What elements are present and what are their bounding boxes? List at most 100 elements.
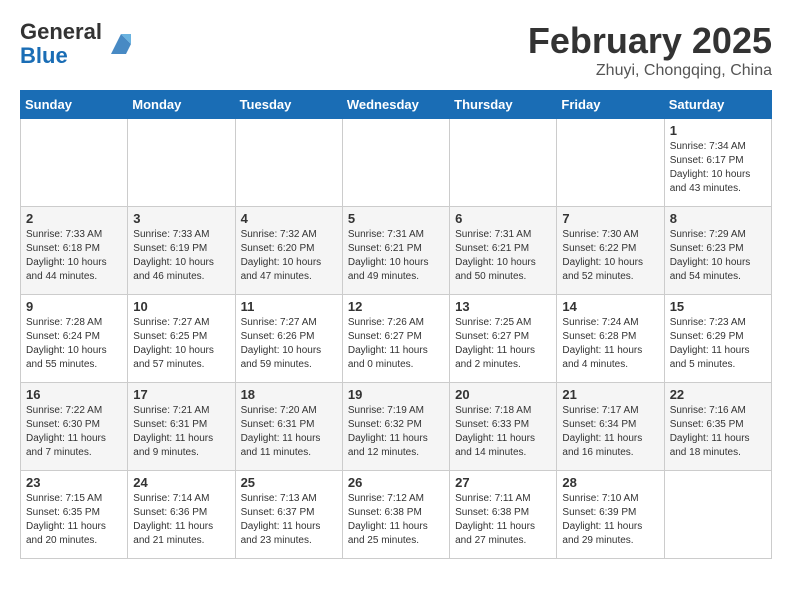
day-info: Sunrise: 7:28 AMSunset: 6:24 PMDaylight:… (26, 316, 122, 372)
day-info: Sunrise: 7:34 AMSunset: 6:17 PMDaylight:… (670, 140, 766, 196)
day-info: Sunrise: 7:23 AMSunset: 6:29 PMDaylight:… (670, 316, 766, 372)
day-number: 24 (133, 475, 229, 490)
day-info: Sunrise: 7:13 AMSunset: 6:37 PMDaylight:… (241, 492, 337, 548)
day-info: Sunrise: 7:25 AMSunset: 6:27 PMDaylight:… (455, 316, 551, 372)
calendar-cell: 13 Sunrise: 7:25 AMSunset: 6:27 PMDayligh… (450, 295, 557, 383)
day-info: Sunrise: 7:12 AMSunset: 6:38 PMDaylight:… (348, 492, 444, 548)
day-number: 28 (562, 475, 658, 490)
calendar-cell: 26 Sunrise: 7:12 AMSunset: 6:38 PMDayligh… (342, 471, 449, 559)
calendar-cell (21, 119, 128, 207)
calendar-cell: 7 Sunrise: 7:30 AMSunset: 6:22 PMDaylight… (557, 207, 664, 295)
calendar-week-3: 9 Sunrise: 7:28 AMSunset: 6:24 PMDaylight… (21, 295, 772, 383)
calendar-cell: 15 Sunrise: 7:23 AMSunset: 6:29 PMDayligh… (664, 295, 771, 383)
day-info: Sunrise: 7:32 AMSunset: 6:20 PMDaylight:… (241, 228, 337, 284)
day-number: 4 (241, 211, 337, 226)
calendar-cell: 16 Sunrise: 7:22 AMSunset: 6:30 PMDayligh… (21, 383, 128, 471)
calendar-cell (128, 119, 235, 207)
day-number: 15 (670, 299, 766, 314)
calendar-cell: 6Sunrise: 7:31 AMSunset: 6:21 PMDaylight… (450, 207, 557, 295)
day-info: Sunrise: 7:22 AMSunset: 6:30 PMDaylight:… (26, 404, 122, 460)
day-info: Sunrise: 7:18 AMSunset: 6:33 PMDaylight:… (455, 404, 551, 460)
day-number: 9 (26, 299, 122, 314)
logo-icon (106, 29, 136, 59)
calendar-cell: 27Sunrise: 7:11 AMSunset: 6:38 PMDayligh… (450, 471, 557, 559)
page-header: General Blue February 2025 Zhuyi, Chongq… (20, 20, 772, 80)
day-number: 11 (241, 299, 337, 314)
logo: General Blue (20, 20, 136, 68)
logo-blue: Blue (20, 44, 102, 68)
day-number: 16 (26, 387, 122, 402)
calendar-cell (342, 119, 449, 207)
day-info: Sunrise: 7:24 AMSunset: 6:28 PMDaylight:… (562, 316, 658, 372)
day-number: 7 (562, 211, 658, 226)
calendar-cell: 28 Sunrise: 7:10 AMSunset: 6:39 PMDayligh… (557, 471, 664, 559)
day-number: 12 (348, 299, 444, 314)
calendar-cell: 17 Sunrise: 7:21 AMSunset: 6:31 PMDayligh… (128, 383, 235, 471)
weekday-header: SundayMondayTuesdayWednesdayThursdayFrid… (21, 91, 772, 119)
day-info: Sunrise: 7:33 AMSunset: 6:19 PMDaylight:… (133, 228, 229, 284)
day-number: 19 (348, 387, 444, 402)
day-info: Sunrise: 7:16 AMSunset: 6:35 PMDaylight:… (670, 404, 766, 460)
day-number: 13 (455, 299, 551, 314)
weekday-header-saturday: Saturday (664, 91, 771, 119)
logo-general: General (20, 20, 102, 44)
calendar-cell: 14 Sunrise: 7:24 AMSunset: 6:28 PMDayligh… (557, 295, 664, 383)
day-info: Sunrise: 7:31 AMSunset: 6:21 PMDaylight:… (455, 228, 551, 284)
day-number: 18 (241, 387, 337, 402)
calendar-cell: 8 Sunrise: 7:29 AMSunset: 6:23 PMDaylight… (664, 207, 771, 295)
day-info: Sunrise: 7:15 AMSunset: 6:35 PMDaylight:… (26, 492, 122, 548)
calendar-cell: 22 Sunrise: 7:16 AMSunset: 6:35 PMDayligh… (664, 383, 771, 471)
day-info: Sunrise: 7:30 AMSunset: 6:22 PMDaylight:… (562, 228, 658, 284)
calendar-cell: 20Sunrise: 7:18 AMSunset: 6:33 PMDayligh… (450, 383, 557, 471)
day-info: Sunrise: 7:26 AMSunset: 6:27 PMDaylight:… (348, 316, 444, 372)
day-number: 3 (133, 211, 229, 226)
weekday-header-friday: Friday (557, 91, 664, 119)
day-number: 2 (26, 211, 122, 226)
day-number: 14 (562, 299, 658, 314)
calendar-cell: 1 Sunrise: 7:34 AMSunset: 6:17 PMDaylight… (664, 119, 771, 207)
day-info: Sunrise: 7:14 AMSunset: 6:36 PMDaylight:… (133, 492, 229, 548)
day-number: 26 (348, 475, 444, 490)
day-number: 1 (670, 123, 766, 138)
calendar-cell: 21 Sunrise: 7:17 AMSunset: 6:34 PMDayligh… (557, 383, 664, 471)
day-info: Sunrise: 7:29 AMSunset: 6:23 PMDaylight:… (670, 228, 766, 284)
calendar-cell (664, 471, 771, 559)
day-number: 22 (670, 387, 766, 402)
calendar-cell: 18 Sunrise: 7:20 AMSunset: 6:31 PMDayligh… (235, 383, 342, 471)
calendar-cell: 10 Sunrise: 7:27 AMSunset: 6:25 PMDayligh… (128, 295, 235, 383)
day-info: Sunrise: 7:31 AMSunset: 6:21 PMDaylight:… (348, 228, 444, 284)
day-info: Sunrise: 7:20 AMSunset: 6:31 PMDaylight:… (241, 404, 337, 460)
day-number: 25 (241, 475, 337, 490)
weekday-header-thursday: Thursday (450, 91, 557, 119)
calendar-cell: 3 Sunrise: 7:33 AMSunset: 6:19 PMDaylight… (128, 207, 235, 295)
day-info: Sunrise: 7:17 AMSunset: 6:34 PMDaylight:… (562, 404, 658, 460)
day-number: 8 (670, 211, 766, 226)
day-info: Sunrise: 7:27 AMSunset: 6:26 PMDaylight:… (241, 316, 337, 372)
day-info: Sunrise: 7:27 AMSunset: 6:25 PMDaylight:… (133, 316, 229, 372)
calendar-cell: 4 Sunrise: 7:32 AMSunset: 6:20 PMDaylight… (235, 207, 342, 295)
day-info: Sunrise: 7:10 AMSunset: 6:39 PMDaylight:… (562, 492, 658, 548)
calendar-cell: 23 Sunrise: 7:15 AMSunset: 6:35 PMDayligh… (21, 471, 128, 559)
calendar-cell: 19 Sunrise: 7:19 AMSunset: 6:32 PMDayligh… (342, 383, 449, 471)
weekday-header-wednesday: Wednesday (342, 91, 449, 119)
calendar-cell: 5 Sunrise: 7:31 AMSunset: 6:21 PMDaylight… (342, 207, 449, 295)
location: Zhuyi, Chongqing, China (528, 62, 772, 80)
calendar-week-5: 23 Sunrise: 7:15 AMSunset: 6:35 PMDayligh… (21, 471, 772, 559)
day-number: 21 (562, 387, 658, 402)
day-info: Sunrise: 7:19 AMSunset: 6:32 PMDaylight:… (348, 404, 444, 460)
calendar: SundayMondayTuesdayWednesdayThursdayFrid… (20, 90, 772, 559)
day-info: Sunrise: 7:21 AMSunset: 6:31 PMDaylight:… (133, 404, 229, 460)
calendar-week-1: 1 Sunrise: 7:34 AMSunset: 6:17 PMDaylight… (21, 119, 772, 207)
day-info: Sunrise: 7:11 AMSunset: 6:38 PMDaylight:… (455, 492, 551, 548)
calendar-cell: 24 Sunrise: 7:14 AMSunset: 6:36 PMDayligh… (128, 471, 235, 559)
day-number: 5 (348, 211, 444, 226)
day-number: 23 (26, 475, 122, 490)
day-number: 10 (133, 299, 229, 314)
calendar-cell (450, 119, 557, 207)
title-block: February 2025 Zhuyi, Chongqing, China (528, 20, 772, 80)
day-info: Sunrise: 7:33 AMSunset: 6:18 PMDaylight:… (26, 228, 122, 284)
day-number: 17 (133, 387, 229, 402)
month-title: February 2025 (528, 20, 772, 62)
calendar-cell (557, 119, 664, 207)
calendar-cell: 2 Sunrise: 7:33 AMSunset: 6:18 PMDaylight… (21, 207, 128, 295)
